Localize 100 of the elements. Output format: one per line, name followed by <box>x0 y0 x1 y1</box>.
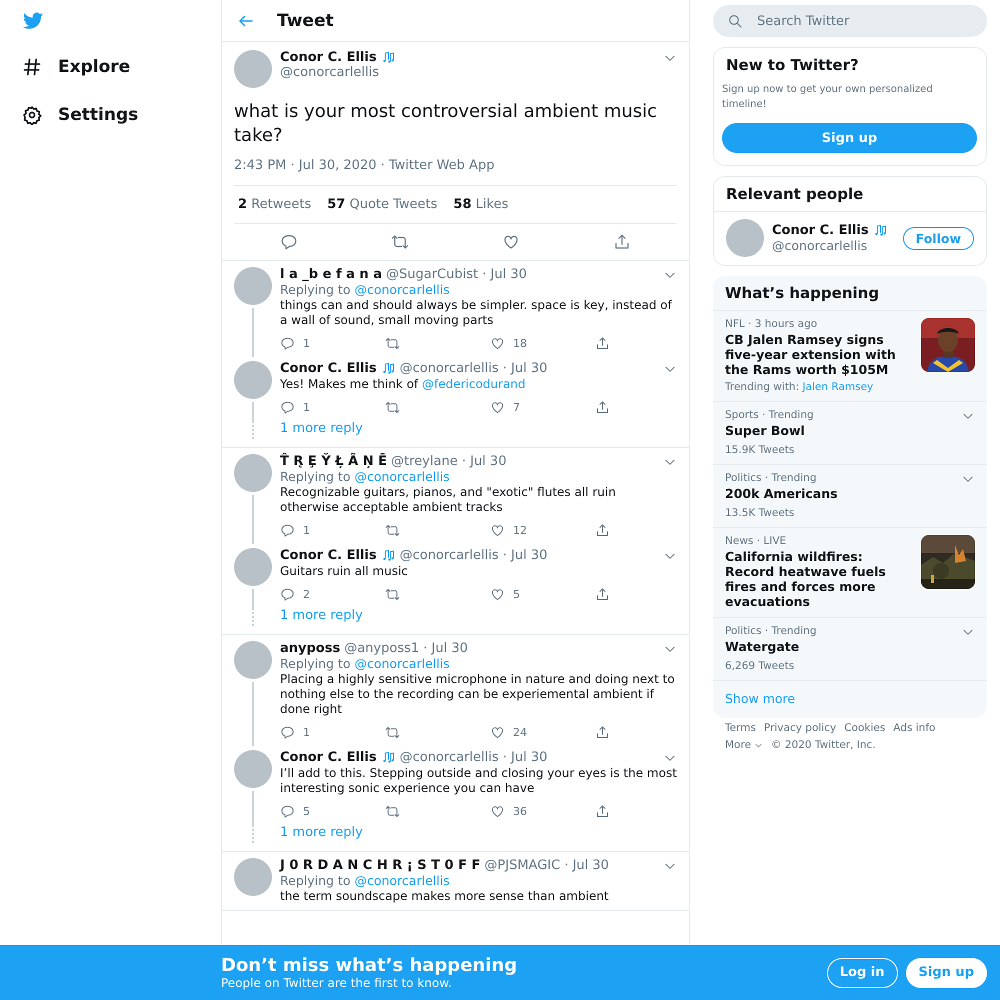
footer-link[interactable]: Terms <box>725 722 756 734</box>
share-icon <box>595 725 610 740</box>
trend-meta: Politics · Trending <box>725 625 818 637</box>
trend-title[interactable]: 200k Americans <box>725 486 953 501</box>
handle-and-date: @conorcarlellis · Jul 30 <box>400 361 548 376</box>
user-name[interactable]: Conor C. Ellis <box>280 50 377 65</box>
user-handle: @conorcarlellis <box>280 65 380 80</box>
user-name[interactable]: Conor C. Ellis <box>280 548 377 563</box>
like-count: 24 <box>513 726 527 739</box>
replying-label: Replying to <box>280 282 350 297</box>
trend-title[interactable]: CB Jalen Ramsey signs five-year extension with the Rams worth $105M <box>725 332 913 377</box>
reply-count: 5 <box>303 805 310 818</box>
footer-link[interactable]: Cookies <box>844 722 886 734</box>
handle-and-date: @treylane · Jul 30 <box>391 454 506 469</box>
retweet-icon <box>385 587 400 602</box>
handle-and-date: @conorcarlellis · Jul 30 <box>400 548 548 563</box>
like-count: 36 <box>513 805 527 818</box>
tweet-text: Recognizable guitars, pianos, and "exotic" flutes all ruin otherwise acceptable ambient tracks <box>280 485 617 515</box>
heart-icon <box>502 233 520 251</box>
heart-icon <box>490 523 505 538</box>
handle-and-date: @PJSMAGIC · Jul 30 <box>484 858 609 873</box>
trend-title[interactable]: California wildfires: Record heatwave fuels fires and forces more evacuations <box>725 549 913 609</box>
user-name[interactable]: anyposs <box>280 641 340 656</box>
retweet-icon <box>385 400 400 415</box>
card-title: Relevant people <box>725 184 864 205</box>
share-icon <box>595 523 610 538</box>
reply-icon <box>280 725 295 740</box>
tweet-count: 15.9K Tweets <box>725 444 796 456</box>
stat-link[interactable]: 2 Retweets <box>238 197 312 212</box>
user-name[interactable]: Conor C. Ellis <box>772 223 869 238</box>
retweet-icon <box>385 523 400 538</box>
handle-and-date: @conorcarlellis · Jul 30 <box>400 750 548 765</box>
copyright: © 2020 Twitter, Inc. <box>771 739 876 751</box>
reply-icon <box>280 804 295 819</box>
footer-link[interactable]: Privacy policy <box>764 722 836 734</box>
reply-icon <box>280 587 295 602</box>
handle-and-date: @anyposs1 · Jul 30 <box>344 641 468 656</box>
bird-logo-icon[interactable] <box>22 10 44 32</box>
tweet-text: things can and should always be simpler. space is key, instead of a wall of sound, small moving parts <box>280 298 674 328</box>
reply-count: 1 <box>303 726 310 739</box>
tweet-text: Placing a highly sensitive microphone in nature and doing next to nothing else to the recording can be experiemental ambient if done right <box>280 672 676 717</box>
replying-label: Replying to <box>280 873 350 888</box>
reply-count: 2 <box>303 588 310 601</box>
footer-link[interactable]: Ads info <box>893 722 936 734</box>
tweet-count: 13.5K Tweets <box>725 507 796 519</box>
share-icon <box>595 336 610 351</box>
share-icon <box>595 587 610 602</box>
trend-meta: Politics · Trending <box>725 472 818 484</box>
share-icon <box>612 233 631 251</box>
retweet-icon <box>391 233 410 251</box>
settings-icon <box>22 105 42 125</box>
share-icon <box>595 804 610 819</box>
trending-with-text: Trending with: Jalen Ramsey <box>725 381 874 393</box>
tweet-text: Yes! Makes me think of @federicodurand <box>280 377 527 392</box>
tweet-count: 6,269 Tweets <box>725 660 796 672</box>
like-count: 5 <box>513 588 520 601</box>
trend-meta: NFL · 3 hours ago <box>725 318 818 330</box>
tweet-text: what is your most controversial ambient music take? <box>234 100 658 148</box>
card-title: What’s happening <box>724 283 880 304</box>
like-count: 18 <box>513 337 527 350</box>
retweet-icon <box>385 336 400 351</box>
page-title: Tweet <box>277 10 334 30</box>
banner-title: Don’t miss what’s happening <box>221 955 518 976</box>
reply-count: 1 <box>303 524 310 537</box>
reply-icon <box>280 400 295 415</box>
heart-icon <box>490 725 505 740</box>
retweet-icon <box>385 725 400 740</box>
user-name[interactable]: l a _b e f a n a <box>280 267 382 282</box>
nav-link[interactable]: Explore <box>22 46 221 88</box>
handle-and-date: @SugarCubist · Jul 30 <box>386 267 527 282</box>
heart-icon <box>490 400 505 415</box>
search-icon <box>727 13 743 29</box>
share-icon <box>595 400 610 415</box>
like-count: 12 <box>513 524 527 537</box>
more-link[interactable]: More <box>725 739 764 751</box>
trend-meta: News · LIVE <box>725 535 788 547</box>
stat-link[interactable]: 58 Likes <box>453 197 508 212</box>
user-name[interactable]: T̂ R̨ Ȩ Y̆ Ł̦ Ã N̦ Ē <box>280 454 388 469</box>
replying-label: Replying to <box>280 469 350 484</box>
reply-count: 1 <box>303 337 310 350</box>
user-name[interactable]: Conor C. Ellis <box>280 750 377 765</box>
reply-count: 1 <box>303 401 310 414</box>
nav-link[interactable]: Settings <box>22 94 221 136</box>
heart-icon <box>490 587 505 602</box>
replying-label: Replying to <box>280 656 350 671</box>
heart-icon <box>490 336 505 351</box>
retweet-icon <box>385 804 400 819</box>
reply-icon <box>280 233 298 251</box>
trend-title[interactable]: Super Bowl <box>725 423 953 438</box>
user-name[interactable]: Conor C. Ellis <box>280 361 377 376</box>
tweet-text: Guitars ruin all music <box>280 564 409 579</box>
search-field[interactable]: Search Twitter <box>713 5 987 37</box>
search-input[interactable]: Search Twitter <box>755 12 973 30</box>
user-name[interactable]: J 0 R D A N C H R ¡ S T 0 F F <box>280 858 480 873</box>
banner-subtitle: People on Twitter are the first to know. <box>221 976 453 990</box>
like-count: 7 <box>513 401 520 414</box>
stat-link[interactable]: 57 Quote Tweets <box>327 197 438 212</box>
trend-title[interactable]: Watergate <box>725 639 953 654</box>
reply-icon <box>280 336 295 351</box>
card-title: New to Twitter? <box>725 55 860 76</box>
